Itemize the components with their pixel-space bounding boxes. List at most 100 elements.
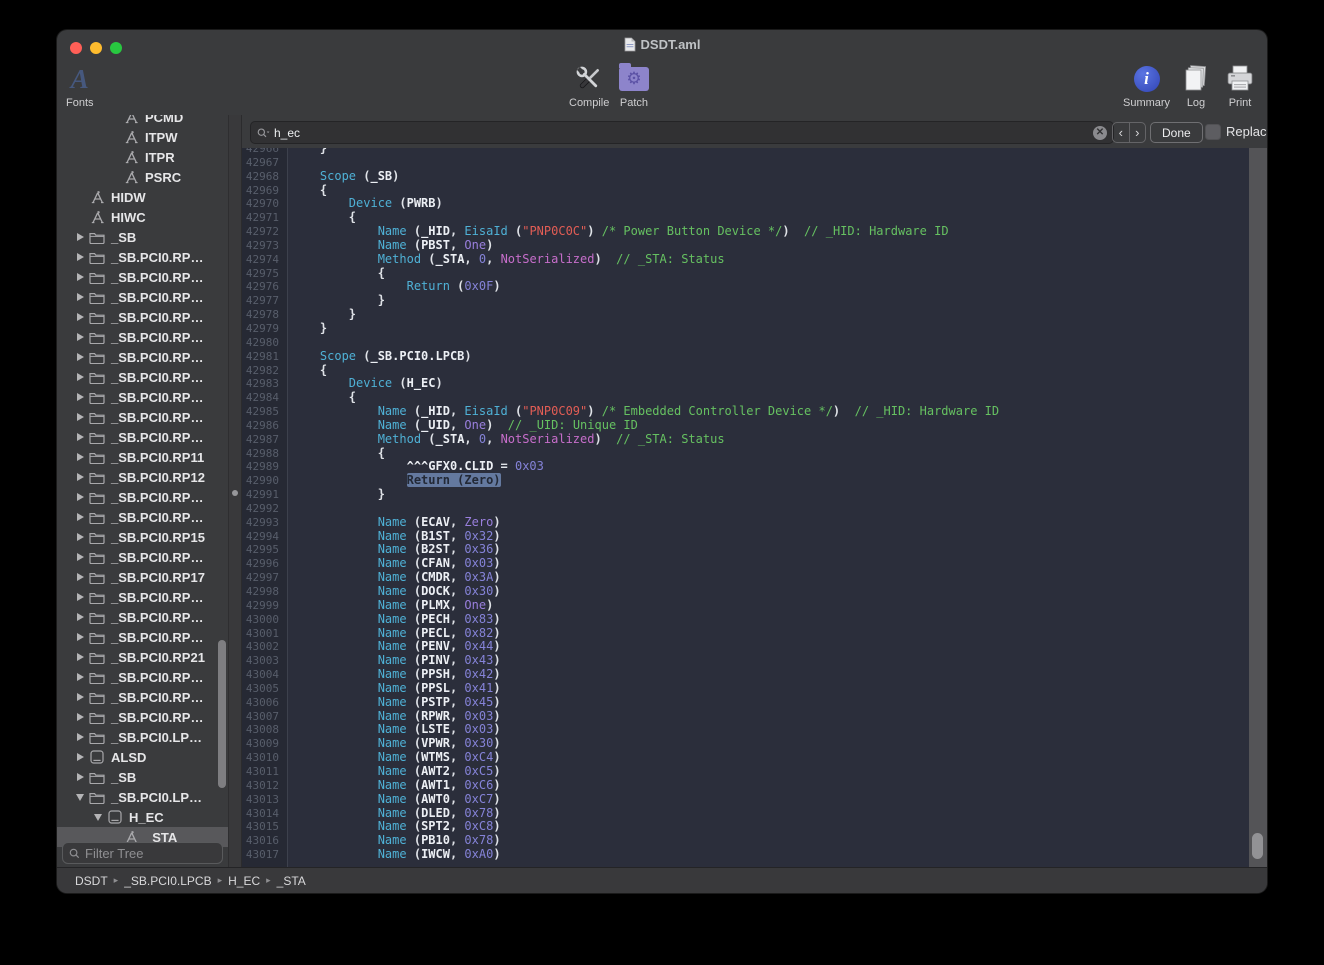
disclosure-triangle[interactable] xyxy=(73,453,87,461)
disclosure-triangle[interactable] xyxy=(91,814,105,821)
disclosure-triangle[interactable] xyxy=(73,673,87,681)
tree-item[interactable]: _SB.PCI0.RP17 xyxy=(57,567,228,587)
replace-checkbox[interactable] xyxy=(1205,124,1221,140)
tree-item[interactable]: _SB.PCI0.RP… xyxy=(57,427,228,447)
tree-item[interactable]: _SB.PCI0.RP… xyxy=(57,287,228,307)
disclosure-triangle[interactable] xyxy=(73,713,87,721)
summary-button[interactable]: i Summary xyxy=(1123,62,1170,109)
search-menu-icon[interactable] xyxy=(257,127,270,139)
code-line[interactable]: 43003 Name (PINV, 0x43) xyxy=(242,654,1249,668)
disclosure-triangle[interactable] xyxy=(73,353,87,361)
disclosure-triangle[interactable] xyxy=(73,533,87,541)
disclosure-triangle[interactable] xyxy=(73,473,87,481)
filter-tree-input[interactable]: Filter Tree xyxy=(62,842,223,864)
editor-scrollbar-track[interactable] xyxy=(1249,148,1267,868)
disclosure-triangle[interactable] xyxy=(73,613,87,621)
tree-item[interactable]: _SB.PCI0.RP… xyxy=(57,387,228,407)
code-line[interactable]: 42970 Device (PWRB) xyxy=(242,197,1249,211)
fonts-button[interactable]: A Fonts xyxy=(66,62,94,109)
code-line[interactable]: 42993 Name (ECAV, Zero) xyxy=(242,516,1249,530)
tree-item[interactable]: _SB.PCI0.RP… xyxy=(57,607,228,627)
tree-item[interactable]: H_EC xyxy=(57,807,228,827)
code-line[interactable]: 42997 Name (CMDR, 0x3A) xyxy=(242,571,1249,585)
tree-item[interactable]: _SB.PCI0.RP11 xyxy=(57,447,228,467)
tree-item[interactable]: _SB.PCI0.RP… xyxy=(57,707,228,727)
disclosure-triangle[interactable] xyxy=(73,593,87,601)
code-line[interactable]: 42977 } xyxy=(242,294,1249,308)
find-next-button[interactable]: › xyxy=(1130,123,1146,142)
code-line[interactable]: 43016 Name (PB10, 0x78) xyxy=(242,834,1249,848)
disclosure-triangle[interactable] xyxy=(73,573,87,581)
tree-item[interactable]: PSRC xyxy=(57,167,228,187)
breadcrumb-item[interactable]: DSDT xyxy=(75,874,108,888)
code-line[interactable]: 42967 xyxy=(242,156,1249,170)
code-line[interactable]: 43009 Name (VPWR, 0x30) xyxy=(242,737,1249,751)
breadcrumb-item[interactable]: _STA xyxy=(277,874,306,888)
tree-item[interactable]: _SB.PCI0.RP… xyxy=(57,307,228,327)
code-line[interactable]: 43002 Name (PENV, 0x44) xyxy=(242,640,1249,654)
disclosure-triangle[interactable] xyxy=(73,333,87,341)
code-line[interactable]: 43014 Name (DLED, 0x78) xyxy=(242,807,1249,821)
tree-item[interactable]: _SB.PCI0.RP… xyxy=(57,347,228,367)
code-line[interactable]: 43005 Name (PPSL, 0x41) xyxy=(242,682,1249,696)
split-divider[interactable] xyxy=(228,115,242,868)
disclosure-triangle[interactable] xyxy=(73,373,87,381)
disclosure-triangle[interactable] xyxy=(73,393,87,401)
tree-item[interactable]: ITPR xyxy=(57,147,228,167)
tree-item[interactable]: _SB.PCI0.RP12 xyxy=(57,467,228,487)
done-button[interactable]: Done xyxy=(1150,122,1203,143)
code-line[interactable]: 43015 Name (SPT2, 0xC8) xyxy=(242,820,1249,834)
tree-item[interactable]: HIDW xyxy=(57,187,228,207)
tree-item[interactable]: ITPW xyxy=(57,127,228,147)
tree-item[interactable]: _SB.PCI0.LP… xyxy=(57,727,228,747)
code-line[interactable]: 43012 Name (AWT1, 0xC6) xyxy=(242,779,1249,793)
code-line[interactable]: 42975 { xyxy=(242,267,1249,281)
code-line[interactable]: 42983 Device (H_EC) xyxy=(242,377,1249,391)
code-line[interactable]: 42976 Return (0x0F) xyxy=(242,280,1249,294)
code-line[interactable]: 42988 { xyxy=(242,447,1249,461)
tree-item[interactable]: _SB.PCI0.RP… xyxy=(57,407,228,427)
code-line[interactable]: 43006 Name (PSTP, 0x45) xyxy=(242,696,1249,710)
tree-item[interactable]: ALSD xyxy=(57,747,228,767)
code-line[interactable]: 42966 } xyxy=(242,148,1249,156)
disclosure-triangle[interactable] xyxy=(73,293,87,301)
breadcrumb-item[interactable]: H_EC xyxy=(228,874,260,888)
code-line[interactable]: 43010 Name (WTMS, 0xC4) xyxy=(242,751,1249,765)
breadcrumb-item[interactable]: _SB.PCI0.LPCB xyxy=(124,874,211,888)
tree-item[interactable]: _SB.PCI0.RP… xyxy=(57,547,228,567)
tree-item[interactable]: _SB.PCI0.RP… xyxy=(57,247,228,267)
tree-item[interactable]: _SB.PCI0.RP… xyxy=(57,367,228,387)
tree-item[interactable]: HIWC xyxy=(57,207,228,227)
disclosure-triangle[interactable] xyxy=(73,653,87,661)
code-line[interactable]: 42971 { xyxy=(242,211,1249,225)
code-line[interactable]: 42980 xyxy=(242,336,1249,350)
log-button[interactable]: Log xyxy=(1182,62,1210,109)
disclosure-triangle[interactable] xyxy=(73,794,87,801)
code-line[interactable]: 43011 Name (AWT2, 0xC5) xyxy=(242,765,1249,779)
code-line[interactable]: 42974 Method (_STA, 0, NotSerialized) //… xyxy=(242,253,1249,267)
tree-item[interactable]: _SB.PCI0.LP… xyxy=(57,787,228,807)
code-line[interactable]: 42979 } xyxy=(242,322,1249,336)
code-line[interactable]: 42982 { xyxy=(242,364,1249,378)
code-line[interactable]: 43017 Name (IWCW, 0xA0) xyxy=(242,848,1249,862)
split-handle-dot[interactable] xyxy=(232,490,238,496)
tree-item[interactable]: _SB.PCI0.RP… xyxy=(57,507,228,527)
tree-item[interactable]: _SB.PCI0.RP… xyxy=(57,487,228,507)
disclosure-triangle[interactable] xyxy=(73,313,87,321)
code-line[interactable]: 42984 { xyxy=(242,391,1249,405)
print-button[interactable]: Print xyxy=(1225,62,1255,109)
document-proxy-icon[interactable] xyxy=(624,37,636,52)
code-line[interactable]: 43001 Name (PECL, 0x82) xyxy=(242,627,1249,641)
code-line[interactable]: 43004 Name (PPSH, 0x42) xyxy=(242,668,1249,682)
tree-item[interactable]: _SB xyxy=(57,227,228,247)
tree-item[interactable]: _SB.PCI0.RP21 xyxy=(57,647,228,667)
code-line[interactable]: 43000 Name (PECH, 0x83) xyxy=(242,613,1249,627)
tree-item[interactable]: _SB.PCI0.RP… xyxy=(57,327,228,347)
code-line[interactable]: 42987 Method (_STA, 0, NotSerialized) //… xyxy=(242,433,1249,447)
code-line[interactable]: 42994 Name (B1ST, 0x32) xyxy=(242,530,1249,544)
disclosure-triangle[interactable] xyxy=(73,433,87,441)
disclosure-triangle[interactable] xyxy=(73,513,87,521)
find-previous-button[interactable]: ‹ xyxy=(1113,123,1130,142)
disclosure-triangle[interactable] xyxy=(73,233,87,241)
code-line[interactable]: 42968 Scope (_SB) xyxy=(242,170,1249,184)
